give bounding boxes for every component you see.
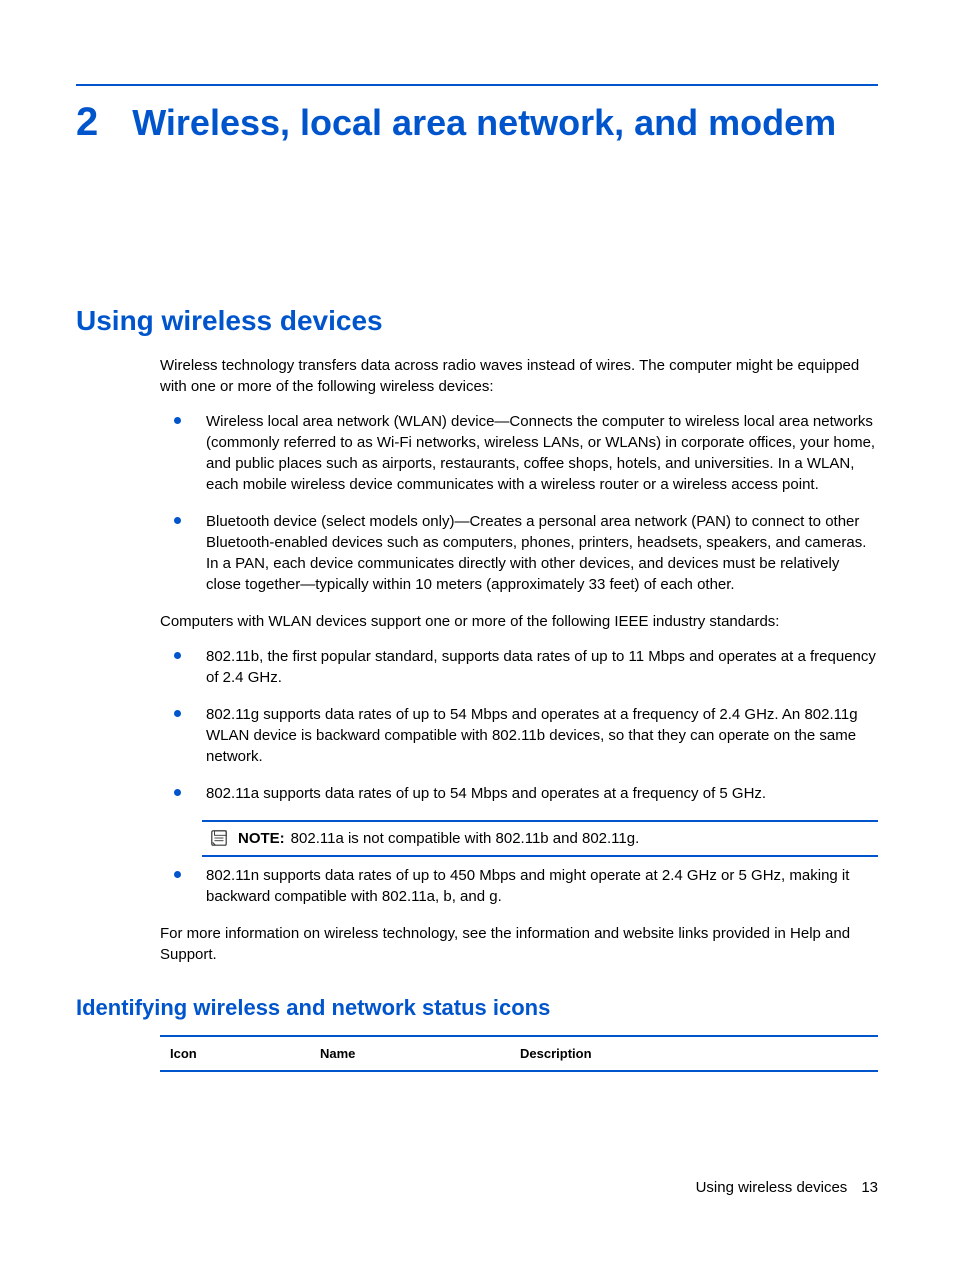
subsection-heading: Identifying wireless and network status … — [76, 995, 878, 1021]
note-label: NOTE: — [238, 830, 285, 847]
table-header-description: Description — [520, 1046, 868, 1061]
list-item: Bluetooth device (select models only)—Cr… — [160, 511, 878, 595]
chapter-heading: 2 Wireless, local area network, and mode… — [76, 100, 878, 145]
icons-table: Icon Name Description — [160, 1035, 878, 1072]
table-header-row: Icon Name Description — [160, 1037, 878, 1070]
footer-section-title: Using wireless devices — [696, 1179, 848, 1196]
chapter-title: Wireless, local area network, and modem — [132, 100, 836, 145]
table-header-name: Name — [320, 1046, 520, 1061]
closing-paragraph: For more information on wireless technol… — [160, 923, 878, 965]
list-item: 802.11b, the first popular standard, sup… — [160, 646, 878, 688]
note-content: NOTE: 802.11a is not compatible with 802.… — [238, 828, 639, 849]
list-item: 802.11n supports data rates of up to 450… — [160, 865, 878, 907]
page-number: 13 — [861, 1179, 878, 1196]
standards-list: 802.11b, the first popular standard, sup… — [160, 646, 878, 804]
standards-intro: Computers with WLAN devices support one … — [160, 611, 878, 632]
chapter-number: 2 — [76, 100, 98, 144]
document-page: 2 Wireless, local area network, and mode… — [0, 0, 954, 1270]
note-callout: NOTE: 802.11a is not compatible with 802.… — [202, 820, 878, 857]
list-item: 802.11g supports data rates of up to 54 … — [160, 704, 878, 767]
device-list: Wireless local area network (WLAN) devic… — [160, 411, 878, 595]
list-item: 802.11a supports data rates of up to 54 … — [160, 783, 878, 804]
standards-list-continued: 802.11n supports data rates of up to 450… — [160, 865, 878, 907]
note-icon — [210, 829, 228, 847]
table-header-icon: Icon — [170, 1046, 320, 1061]
section-heading: Using wireless devices — [76, 305, 878, 337]
intro-paragraph: Wireless technology transfers data acros… — [160, 355, 878, 397]
chapter-rule — [76, 84, 878, 86]
note-text: 802.11a is not compatible with 802.11b a… — [291, 830, 640, 847]
list-item: Wireless local area network (WLAN) devic… — [160, 411, 878, 495]
page-footer: Using wireless devices 13 — [696, 1179, 878, 1196]
